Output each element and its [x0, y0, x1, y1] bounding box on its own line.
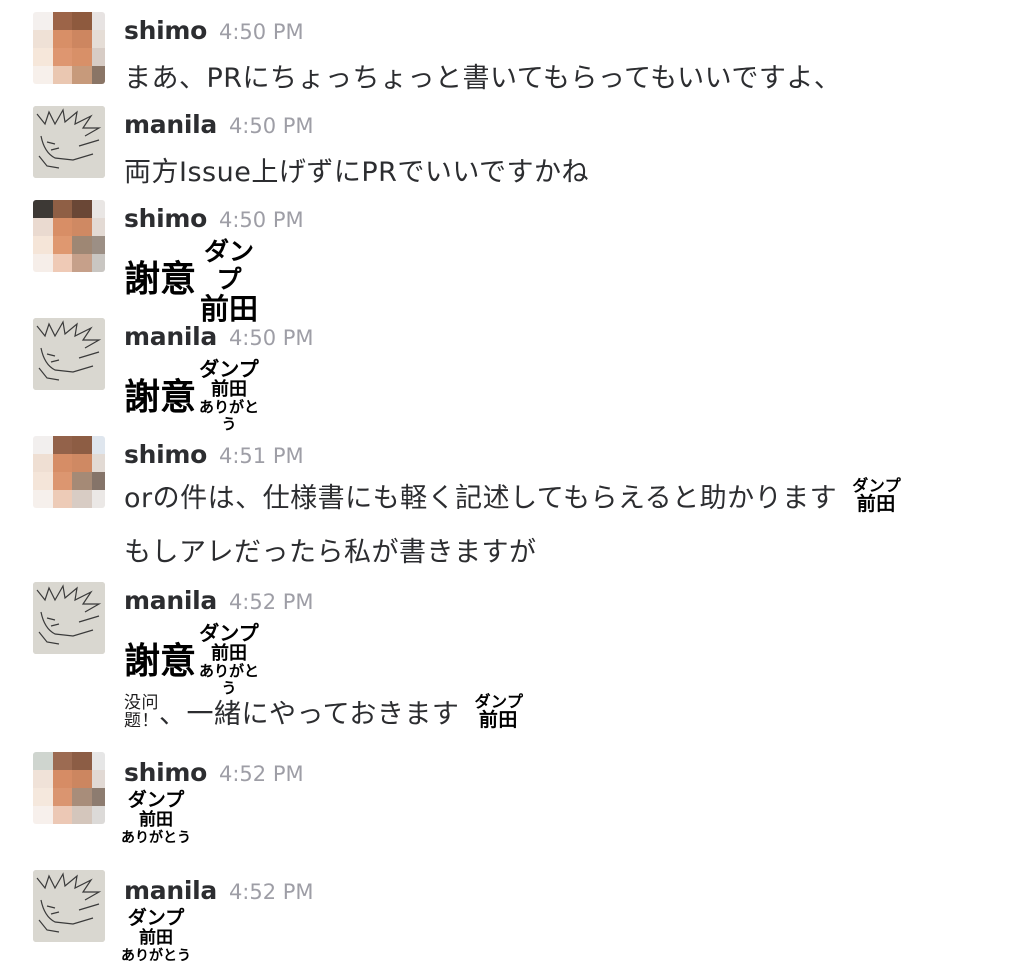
dump-maeda-emoji: ダンプ 前田 — [852, 476, 902, 515]
sticker-top-text: ダンプ — [199, 621, 259, 645]
username[interactable]: shimo — [124, 16, 207, 45]
emoji-text-bottom: 题！ — [124, 710, 159, 731]
message-header: shimo 4:52 PM — [124, 758, 304, 787]
sticker-main-text: 謝意 — [124, 377, 197, 418]
username[interactable]: manila — [124, 876, 217, 905]
message-header: manila 4:50 PM — [124, 110, 314, 139]
sticker-emoji: ダンプ 前田 ありがとう — [194, 358, 264, 433]
mondai-emoji: 没问 题！ — [124, 694, 159, 730]
sticker-bottom-text: ありがとう — [121, 830, 191, 846]
message-text-part: 、一緒にやっておきます — [159, 699, 460, 730]
avatar-shimo[interactable] — [33, 752, 105, 824]
pixelated-face-image — [33, 12, 105, 84]
avatar-shimo[interactable] — [33, 436, 105, 508]
message: manila 4:52 PM ダンプ 前田 ありがとう — [0, 870, 1022, 971]
sketch-drawing-image — [33, 582, 105, 654]
username[interactable]: shimo — [124, 204, 207, 233]
username[interactable]: shimo — [124, 440, 207, 469]
pixelated-face-image — [33, 752, 105, 824]
sticker-mid-text: 前田 — [139, 810, 173, 830]
message-header: manila 4:52 PM — [124, 586, 314, 615]
emoji-mid-text: 前田 — [478, 709, 518, 731]
timestamp[interactable]: 4:52 PM — [219, 762, 304, 786]
avatar-manila[interactable] — [33, 870, 105, 942]
sticker-top-text: ダンプ — [203, 237, 254, 294]
avatar-shimo[interactable] — [33, 200, 105, 272]
sticker-mid-text: 前田 — [139, 928, 173, 948]
sticker-emoji: ダンプ 前田 ありがとう — [121, 790, 191, 847]
message-text: まあ、PRにちょっちょっと書いてもらってもいいですよ、 — [124, 63, 842, 94]
message-header: shimo 4:51 PM — [124, 440, 304, 469]
username[interactable]: manila — [124, 110, 217, 139]
timestamp[interactable]: 4:52 PM — [229, 590, 314, 614]
sticker-mid-text: 前田 — [211, 643, 247, 664]
timestamp[interactable]: 4:50 PM — [229, 114, 314, 138]
message-header: shimo 4:50 PM — [124, 204, 304, 233]
message-header: manila 4:50 PM — [124, 322, 314, 351]
message-text: 両方Issue上げずにPRでいいですかね — [124, 157, 590, 188]
pixelated-face-image — [33, 200, 105, 272]
message: shimo 4:50 PM 謝意 ダンプ 前田 — [0, 198, 1022, 324]
timestamp[interactable]: 4:50 PM — [219, 20, 304, 44]
sticker-top-text: ダンプ — [199, 357, 259, 381]
sticker-mid-text: 前田 — [211, 379, 247, 400]
message-text-line2: もしアレだったら私が書きますが — [124, 537, 537, 568]
sticker-bottom-text: ありがとう — [121, 948, 191, 964]
sticker-emoji: ダンプ 前田 ありがとう — [121, 908, 191, 965]
sticker-top-text: ダンプ — [127, 789, 185, 811]
message: manila 4:50 PM 両方Issue上げずにPRでいいですかね — [0, 104, 1022, 194]
message: shimo 4:50 PM まあ、PRにちょっちょっと書いてもらってもいいですよ、 — [0, 10, 1022, 100]
dump-maeda-emoji: ダンプ 前田 — [474, 692, 524, 731]
timestamp[interactable]: 4:51 PM — [219, 444, 304, 468]
sticker-emoji: ダンプ 前田 — [194, 237, 264, 325]
username[interactable]: manila — [124, 322, 217, 351]
message: shimo 4:52 PM ダンプ 前田 ありがとう — [0, 752, 1022, 862]
sketch-drawing-image — [33, 106, 105, 178]
message-header: shimo 4:50 PM — [124, 16, 304, 45]
avatar-shimo[interactable] — [33, 12, 105, 84]
message: shimo 4:51 PM orの件は、仕様書にも軽く記述してもらえると助かります… — [0, 434, 1022, 574]
username[interactable]: shimo — [124, 758, 207, 787]
avatar-manila[interactable] — [33, 582, 105, 654]
emoji-text-top: 没问 — [124, 692, 159, 713]
sticker-bottom-text: ありがとう — [198, 398, 259, 433]
timestamp[interactable]: 4:50 PM — [229, 326, 314, 350]
sticker-top-text: ダンプ — [127, 907, 185, 929]
timestamp[interactable]: 4:52 PM — [229, 880, 314, 904]
timestamp[interactable]: 4:50 PM — [219, 208, 304, 232]
sticker-emoji: ダンプ 前田 ありがとう — [194, 622, 264, 697]
message-text: 没问 题！ 、一緒にやっておきます ダンプ 前田 — [124, 692, 524, 731]
message-header: manila 4:52 PM — [124, 876, 314, 905]
avatar-manila[interactable] — [33, 318, 105, 390]
sticker-main-text: 謝意 — [124, 641, 197, 682]
message: manila 4:50 PM 謝意 ダンプ 前田 ありがとう — [0, 316, 1022, 433]
sketch-drawing-image — [33, 870, 105, 942]
message: manila 4:52 PM 謝意 ダンプ 前田 ありがとう 没问 题！ 、一緒に… — [0, 580, 1022, 750]
emoji-top-text: ダンプ — [474, 692, 524, 711]
pixelated-face-image — [33, 436, 105, 508]
emoji-mid-text: 前田 — [856, 493, 896, 515]
sticker-main-text: 謝意 — [124, 259, 197, 300]
emoji-top-text: ダンプ — [852, 476, 902, 495]
sketch-drawing-image — [33, 318, 105, 390]
message-text: orの件は、仕様書にも軽く記述してもらえると助かります ダンプ 前田 — [124, 476, 902, 515]
avatar-manila[interactable] — [33, 106, 105, 178]
message-text-part: orの件は、仕様書にも軽く記述してもらえると助かります — [124, 483, 838, 514]
username[interactable]: manila — [124, 586, 217, 615]
